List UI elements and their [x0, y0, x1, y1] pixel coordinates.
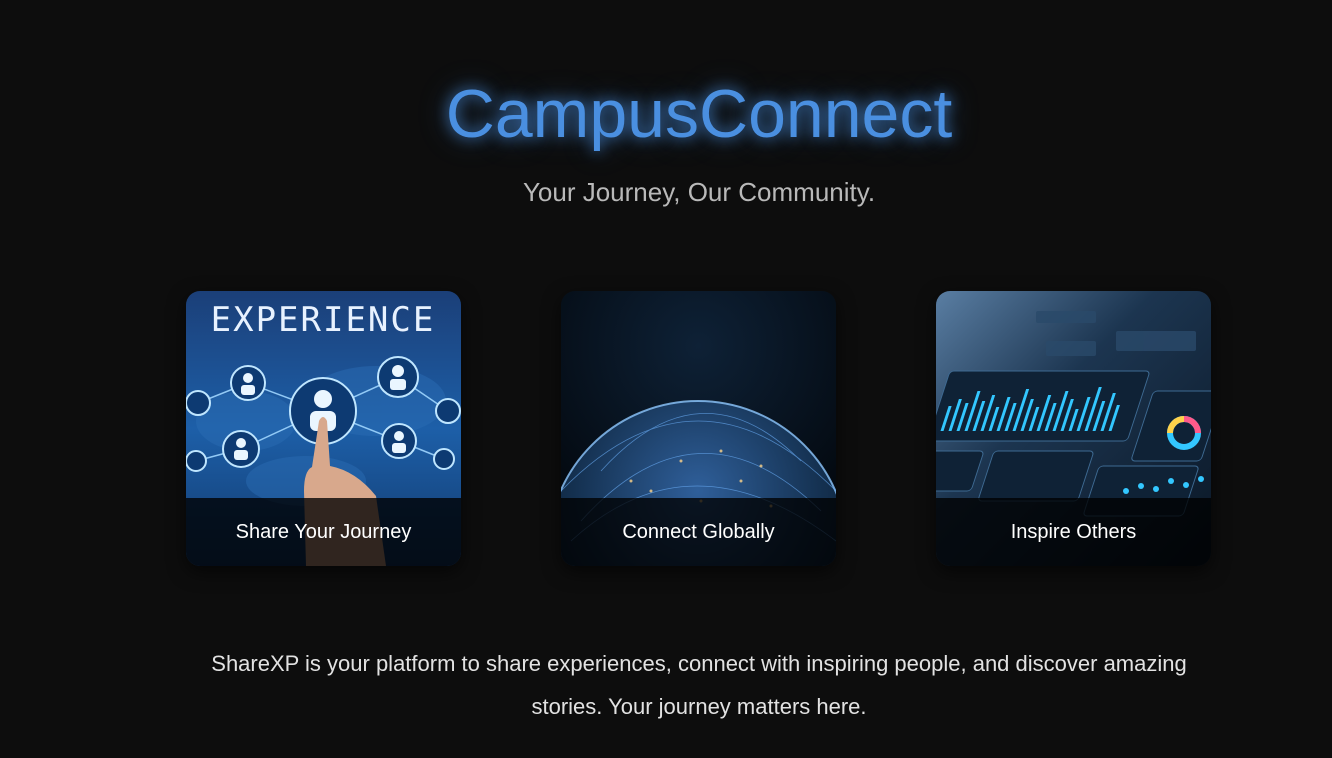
card-share-your-journey[interactable]: EXPERIENCE Share Your Journey — [186, 291, 461, 566]
site-tagline: Your Journey, Our Community. — [522, 177, 876, 207]
card-connect-globally[interactable]: Connect Globally — [561, 291, 836, 566]
card-label: Share Your Journey — [186, 498, 461, 566]
landing-page: CampusConnect Your Journey, Our Communit… — [0, 0, 1332, 758]
feature-cards: EXPERIENCE Share Your Journey Connect Gl… — [0, 291, 1332, 566]
card-label: Inspire Others — [936, 498, 1211, 566]
platform-description: ShareXP is your platform to share experi… — [211, 651, 1187, 719]
card-label: Connect Globally — [561, 498, 836, 566]
site-title: CampusConnect — [445, 76, 953, 152]
card-inspire-others[interactable]: Inspire Others — [936, 291, 1211, 566]
experience-text: EXPERIENCE — [211, 300, 436, 340]
